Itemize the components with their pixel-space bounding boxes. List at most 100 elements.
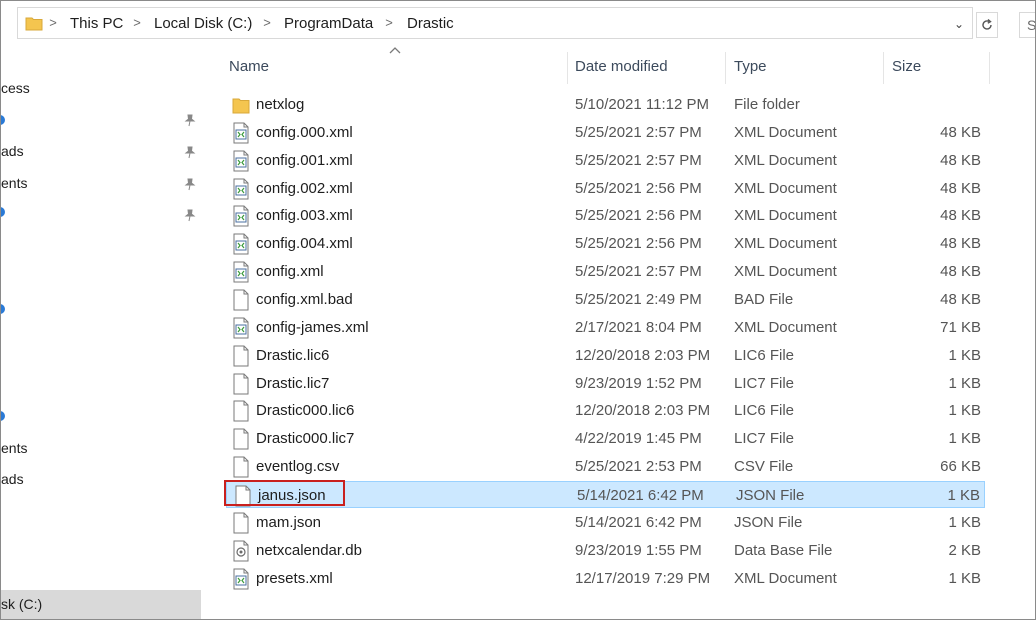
file-type: BAD File: [734, 291, 794, 308]
file-row[interactable]: presets.xml 12/17/2019 7:29 PM XML Documen…: [225, 565, 985, 592]
folder-icon: [25, 17, 43, 31]
column-divider[interactable]: [725, 52, 726, 84]
file-size: 1 KB: [948, 346, 981, 364]
breadcrumb-this-pc[interactable]: This PC: [70, 15, 123, 33]
chevron-right-icon[interactable]: >: [132, 15, 142, 31]
file-size: 2 KB: [948, 541, 981, 559]
file-size: 1 KB: [947, 486, 980, 504]
file-size: 48 KB: [940, 263, 981, 281]
column-header-name[interactable]: Name: [229, 56, 269, 78]
file-type: XML Document: [734, 263, 837, 281]
file-type: File folder: [734, 96, 800, 113]
column-divider[interactable]: [989, 52, 990, 84]
file-row[interactable]: Drastic.lic7 9/23/2019 1:52 PM LIC7 File 1 …: [225, 370, 985, 397]
file-row[interactable]: eventlog.csv 5/25/2021 2:53 PM CSV File 66 …: [225, 453, 985, 480]
explorer-window: > This PC > Local Disk (C:) > ProgramDat…: [0, 0, 1036, 620]
file-date-modified: 5/25/2021 2:53 PM: [575, 458, 702, 476]
file-row[interactable]: config.xml 5/25/2021 2:57 PM XML Document 4…: [225, 258, 985, 285]
file-size: 48 KB: [940, 123, 981, 141]
file-name: Drastic000.lic6: [256, 402, 355, 420]
file-date-modified: 12/17/2019 7:29 PM: [575, 569, 711, 587]
file-date-modified: 4/22/2019 1:45 PM: [575, 430, 702, 448]
search-input[interactable]: S: [1019, 12, 1036, 38]
file-date-modified: 2/17/2021 8:04 PM: [575, 318, 702, 336]
file-row[interactable]: config.xml.bad 5/25/2021 2:49 PM BAD File 4…: [225, 286, 985, 313]
column-divider[interactable]: [567, 52, 568, 84]
sort-ascending-icon: [389, 47, 401, 54]
file-row[interactable]: mam.json 5/14/2021 6:42 PM JSON File 1 KB: [225, 509, 985, 536]
file-name: config.001.xml: [256, 151, 353, 169]
file-type: XML Document: [734, 569, 837, 587]
blank-file-icon: [233, 400, 249, 422]
nav-item-downloads-2[interactable]: ads: [1, 470, 24, 488]
file-type: LIC7 File: [734, 374, 795, 392]
refresh-button[interactable]: [976, 12, 998, 38]
file-size: 48 KB: [940, 179, 981, 197]
xml-document-icon: [233, 317, 249, 339]
file-date-modified: 5/10/2021 11:12 PM: [575, 96, 709, 113]
file-row[interactable]: Drastic000.lic6 12/20/2018 2:03 PM LIC6 Fi…: [225, 397, 985, 424]
chevron-down-icon[interactable]: ⌄: [952, 16, 966, 32]
nav-item-quick-access[interactable]: cess: [1, 79, 30, 97]
pin-icon[interactable]: [183, 208, 197, 222]
blank-file-icon: [233, 289, 249, 311]
file-row[interactable]: config.002.xml 5/25/2021 2:56 PM XML Docum…: [225, 175, 985, 202]
file-type: XML Document: [734, 179, 837, 197]
file-type: XML Document: [734, 151, 837, 169]
pin-icon[interactable]: [183, 145, 197, 159]
file-row[interactable]: netxcalendar.db 9/23/2019 1:55 PM Data Bas…: [225, 537, 985, 564]
breadcrumb-programdata[interactable]: ProgramData: [284, 15, 373, 33]
file-name: eventlog.csv: [256, 458, 340, 476]
file-row[interactable]: Drastic.lic6 12/20/2018 2:03 PM LIC6 File 1…: [225, 342, 985, 369]
column-header-date-modified[interactable]: Date modified: [575, 56, 668, 78]
file-row[interactable]: config.004.xml 5/25/2021 2:56 PM XML Docum…: [225, 230, 985, 257]
nav-item-documents-2[interactable]: ents: [1, 439, 27, 457]
column-header-type[interactable]: Type: [734, 56, 767, 78]
file-name: Drastic000.lic7: [256, 430, 355, 448]
breadcrumb-drastic[interactable]: Drastic: [407, 15, 454, 33]
file-row[interactable]: config.001.xml 5/25/2021 2:57 PM XML Docum…: [225, 147, 985, 174]
blank-file-icon: [233, 456, 249, 478]
nav-item-downloads[interactable]: ads: [1, 142, 24, 160]
file-type: XML Document: [734, 235, 837, 253]
file-type: XML Document: [734, 207, 837, 225]
file-date-modified: 5/14/2021 6:42 PM: [577, 486, 704, 504]
nav-item-local-disk[interactable]: sk (C:): [1, 590, 201, 619]
file-name: Drastic.lic6: [256, 346, 330, 364]
column-header-size[interactable]: Size: [892, 56, 921, 78]
file-type: LIC6 File: [734, 402, 795, 420]
chevron-right-icon[interactable]: >: [48, 15, 58, 31]
file-row[interactable]: config-james.xml 2/17/2021 8:04 PM XML Doc…: [225, 314, 985, 341]
nav-item-documents[interactable]: ents: [1, 174, 27, 192]
file-list: Name Date modified Type Size netxlog 5/10…: [217, 45, 1035, 619]
file-size: 1 KB: [948, 513, 981, 531]
file-date-modified: 5/25/2021 2:49 PM: [575, 291, 702, 308]
chevron-right-icon[interactable]: >: [384, 15, 394, 31]
file-row[interactable]: config.000.xml 5/25/2021 2:57 PM XML Docum…: [225, 119, 985, 146]
file-name: config.004.xml: [256, 235, 353, 253]
column-divider[interactable]: [883, 52, 884, 84]
blank-file-icon: [233, 373, 249, 394]
file-date-modified: 5/25/2021 2:56 PM: [575, 179, 702, 197]
file-type: JSON File: [734, 513, 803, 531]
pin-icon[interactable]: [183, 113, 197, 127]
file-type: CSV File: [734, 458, 794, 476]
chevron-right-icon[interactable]: >: [262, 15, 272, 31]
blank-file-icon: [233, 512, 249, 534]
file-row[interactable]: Drastic000.lic7 4/22/2019 1:45 PM LIC7 Fil…: [225, 425, 985, 452]
address-bar[interactable]: > This PC > Local Disk (C:) > ProgramDat…: [17, 7, 973, 39]
file-name: config.002.xml: [256, 179, 353, 197]
file-size: 48 KB: [940, 235, 981, 253]
file-type: XML Document: [734, 318, 837, 336]
file-size: 1 KB: [948, 569, 981, 587]
file-row[interactable]: netxlog 5/10/2021 11:12 PM File folder: [225, 91, 985, 118]
file-row[interactable]: config.003.xml 5/25/2021 2:56 PM XML Docum…: [225, 202, 985, 229]
blank-file-icon: [233, 345, 249, 367]
pin-icon[interactable]: [183, 177, 197, 191]
file-name: config.xml: [256, 263, 324, 281]
file-date-modified: 9/23/2019 1:52 PM: [575, 374, 702, 392]
file-date-modified: 5/25/2021 2:57 PM: [575, 123, 702, 141]
search-placeholder: S: [1027, 17, 1036, 33]
breadcrumb-local-disk[interactable]: Local Disk (C:): [154, 15, 252, 33]
folder-icon: [232, 98, 250, 114]
